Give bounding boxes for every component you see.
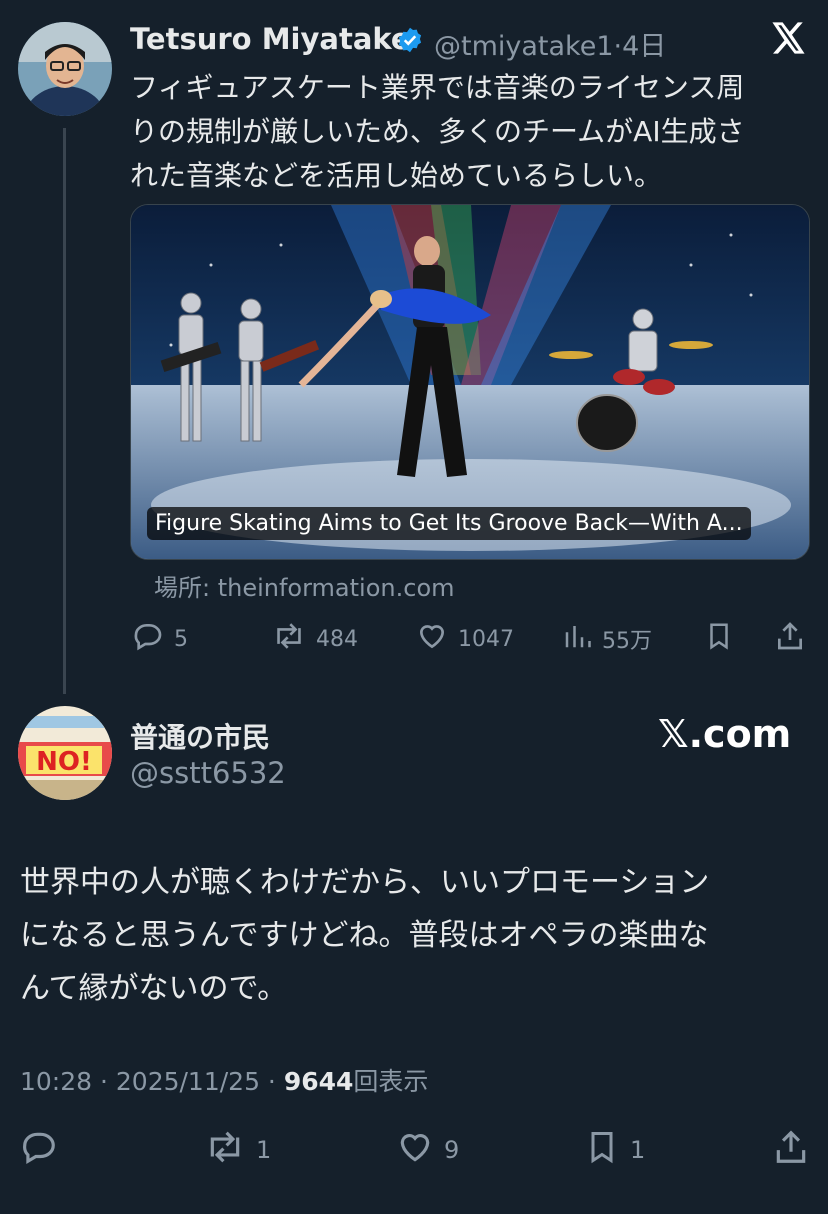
view-label: 回表示 xyxy=(353,1067,429,1096)
share-button[interactable] xyxy=(772,1128,810,1172)
reply-button[interactable] xyxy=(20,1128,58,1172)
reply-author-avatar[interactable]: NO! xyxy=(18,706,112,800)
bookmark-icon xyxy=(704,620,734,658)
reply-text-line: になると思うんですけどね。普段はオペラの楽曲な xyxy=(20,918,709,953)
bookmark-count: 1 xyxy=(630,1136,646,1164)
repost-icon xyxy=(204,1128,246,1172)
reply-text-line: んて縁がないので。 xyxy=(20,971,288,1006)
tweet-text-line: れた音楽などを活用し始めているらしい。 xyxy=(130,159,663,192)
like-count: 1047 xyxy=(458,626,514,652)
x-logo-icon[interactable] xyxy=(772,22,806,58)
timestamp-line: 10:28 · 2025/11/25 · 9644回表示 xyxy=(20,1062,428,1098)
views-button[interactable]: 55万 xyxy=(562,620,652,658)
heart-icon xyxy=(396,1128,434,1172)
reply-author-name[interactable]: 普通の市民 xyxy=(130,716,270,756)
share-icon xyxy=(774,620,806,658)
bookmark-icon xyxy=(584,1128,620,1172)
x-com-watermark: 𝕏.com xyxy=(658,712,792,756)
tweet-text-line: りの規制が厳しいため、多くのチームがAI生成さ xyxy=(130,115,745,148)
share-icon xyxy=(772,1128,810,1172)
reply-text-line: 世界中の人が聴くわけだから、いいプロモーション xyxy=(20,865,710,900)
author-avatar[interactable] xyxy=(18,22,112,116)
author-handle[interactable]: @tmiyatake1 xyxy=(434,31,614,62)
reply-icon xyxy=(20,1128,58,1172)
link-card[interactable]: Figure Skating Aims to Get Its Groove Ba… xyxy=(130,204,810,560)
analytics-icon xyxy=(562,620,592,658)
card-source[interactable]: 場所: theinformation.com xyxy=(154,568,455,603)
share-button[interactable] xyxy=(774,620,806,658)
like-button[interactable]: 1047 xyxy=(416,620,514,658)
reply-button[interactable]: 5 xyxy=(132,620,188,658)
views-count: 55万 xyxy=(602,629,652,654)
tweet-time[interactable]: 4日 xyxy=(622,31,666,62)
separator-dot: · xyxy=(613,31,623,62)
bookmark-button[interactable]: 1 xyxy=(584,1128,645,1172)
tweet-body: フィギュアスケート業界では音楽のライセンス周 りの規制が厳しいため、多くのチーム… xyxy=(130,66,810,198)
reply-icon xyxy=(132,620,164,658)
bookmark-button[interactable] xyxy=(704,620,734,658)
like-button[interactable]: 9 xyxy=(396,1128,459,1172)
repost-count: 484 xyxy=(316,626,358,652)
repost-icon xyxy=(272,620,306,658)
view-count: 9644 xyxy=(283,1067,354,1096)
timestamp[interactable]: 10:28 · 2025/11/25 · xyxy=(20,1067,276,1096)
card-image xyxy=(131,205,809,559)
reply-body: 世界中の人が聴くわけだから、いいプロモーション になると思うんですけどね。普段は… xyxy=(20,856,810,1015)
verified-badge-icon xyxy=(396,26,424,58)
like-count: 9 xyxy=(444,1136,460,1164)
repost-button[interactable]: 484 xyxy=(272,620,358,658)
author-handle-line: @tmiyatake1·4日 xyxy=(434,24,666,63)
repost-count: 1 xyxy=(256,1136,272,1164)
tweet-text-line: フィギュアスケート業界では音楽のライセンス周 xyxy=(130,71,745,104)
avatar-no-text: NO! xyxy=(36,747,92,777)
reply-count: 5 xyxy=(174,626,188,652)
thread-line xyxy=(63,128,66,694)
heart-icon xyxy=(416,620,448,658)
card-headline: Figure Skating Aims to Get Its Groove Ba… xyxy=(147,507,751,540)
repost-button[interactable]: 1 xyxy=(204,1128,271,1172)
author-name[interactable]: Tetsuro Miyatake xyxy=(130,22,411,56)
reply-author-handle[interactable]: @sstt6532 xyxy=(130,756,286,790)
